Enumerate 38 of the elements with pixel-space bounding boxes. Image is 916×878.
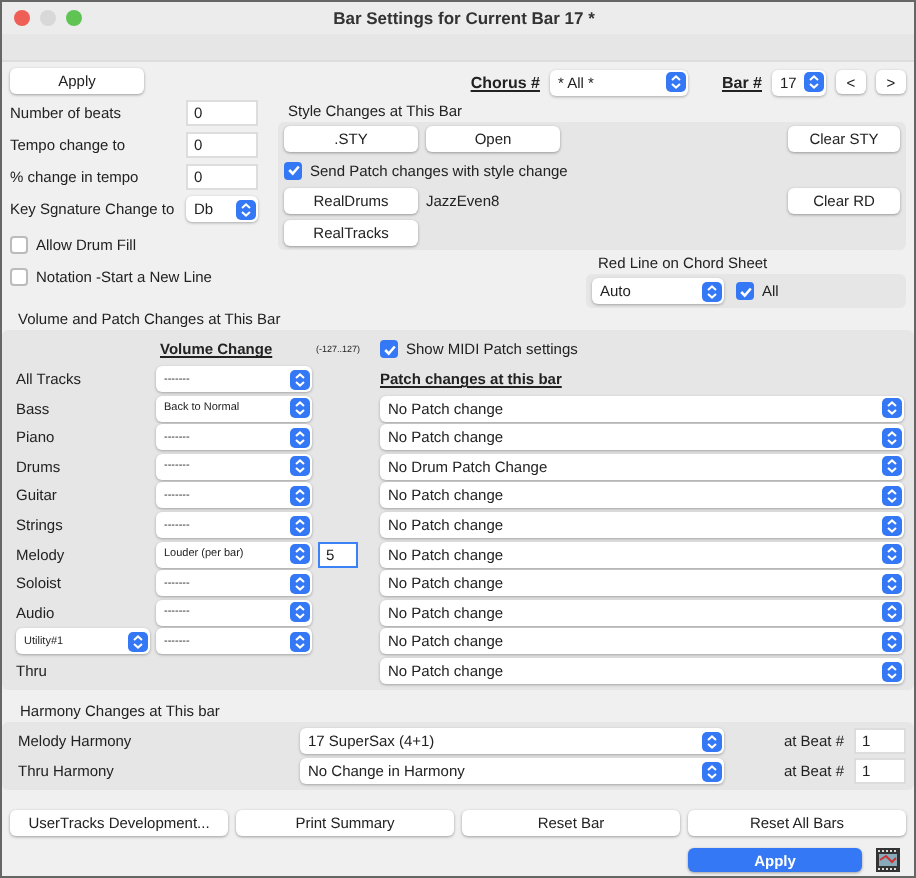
stepper-icon [882, 398, 902, 419]
checkbox[interactable] [10, 235, 28, 254]
chorus-label: Chorus # [470, 73, 540, 92]
film-grid-icon[interactable] [876, 848, 900, 872]
stepper-icon [702, 761, 722, 781]
bar-label: Bar # [721, 73, 762, 92]
stepper-icon [882, 631, 902, 652]
checkbox[interactable] [284, 161, 302, 180]
stepper-icon [290, 602, 310, 623]
stepper-icon [702, 731, 722, 751]
checkbox[interactable] [736, 282, 754, 301]
stepper-icon [882, 573, 902, 594]
stepper-icon [882, 485, 902, 506]
stepper-icon [290, 515, 310, 536]
stepper-icon [290, 398, 310, 419]
stepper-icon [290, 631, 310, 652]
stepper-icon [882, 515, 902, 536]
stepper-icon [882, 602, 902, 623]
stepper-icon [882, 661, 902, 681]
stepper-icon [290, 485, 310, 506]
window-title: Bar Settings for Current Bar 17 * [331, 7, 597, 28]
stepper-icon [236, 199, 256, 220]
close-button[interactable] [14, 9, 30, 26]
checkbox[interactable] [10, 267, 28, 286]
stepper-icon [882, 544, 902, 565]
stepper-icon [290, 427, 310, 448]
stepper-icon [702, 281, 722, 302]
stepper-icon [882, 456, 902, 477]
zoom-button[interactable] [66, 9, 82, 26]
stepper-icon [665, 72, 686, 93]
stepper-icon [128, 631, 148, 652]
stepper-icon [882, 427, 902, 448]
stepper-icon [290, 573, 310, 594]
stepper-icon [804, 72, 824, 93]
stepper-icon [290, 369, 310, 390]
stepper-icon [290, 456, 310, 477]
stepper-icon [290, 544, 310, 565]
checkbox[interactable] [380, 340, 398, 359]
